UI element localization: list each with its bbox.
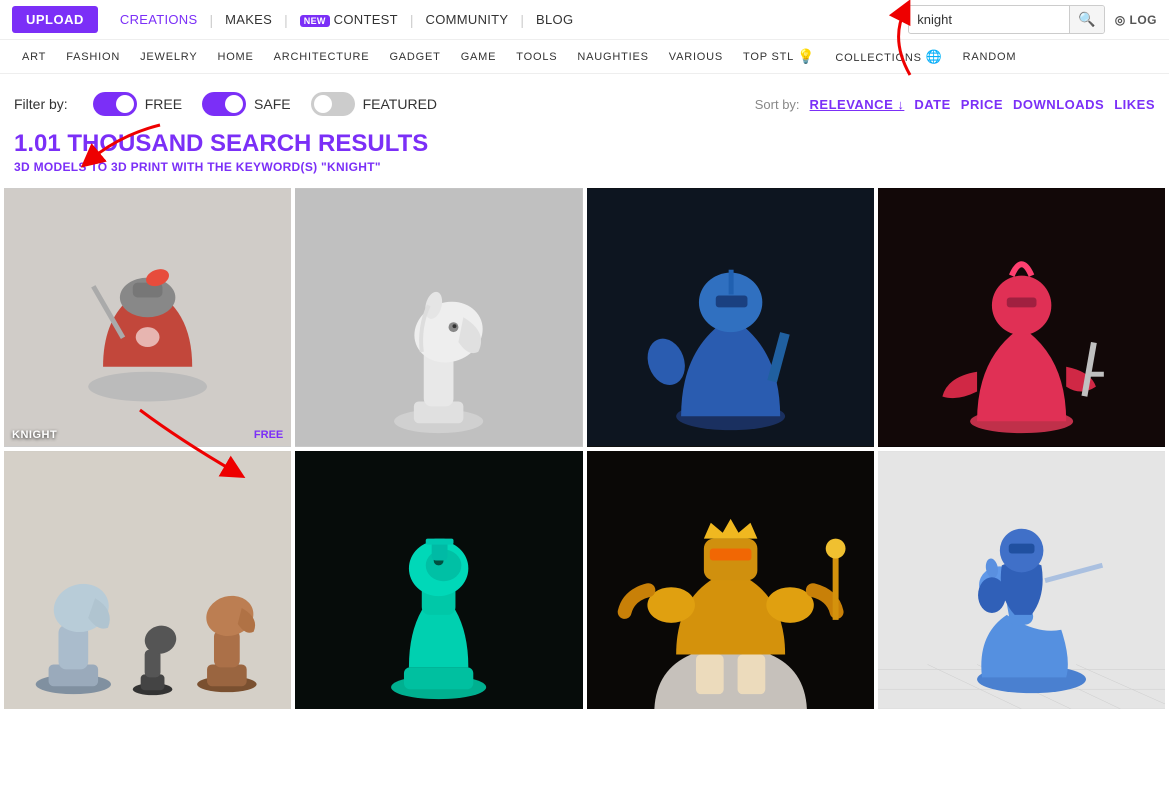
- subnav-top-stl[interactable]: TOP STL 💡: [733, 48, 825, 65]
- grid-item-6[interactable]: [295, 451, 582, 710]
- search-box: 🔍: [908, 5, 1104, 34]
- new-badge: NEW: [300, 15, 330, 27]
- free-toggle[interactable]: [93, 92, 137, 116]
- safe-toggle-group: SAFE: [202, 92, 291, 116]
- sort-area: Sort by: RELEVANCE ↓ DATE PRICE DOWNLOAD…: [755, 97, 1155, 112]
- free-label: FREE: [145, 96, 182, 112]
- knight-1-image: [4, 188, 291, 447]
- knight-5-image: [4, 451, 291, 710]
- sort-price[interactable]: PRICE: [961, 97, 1003, 112]
- knight-6-image: [295, 451, 582, 710]
- knight-4-image: [878, 188, 1165, 447]
- image-grid: KNIGHT FREE: [0, 184, 1169, 713]
- sort-date[interactable]: DATE: [914, 97, 950, 112]
- subnav-collections[interactable]: COLLECTIONS 🌐: [825, 49, 952, 65]
- subnav-naughties[interactable]: NAUGHTIES: [567, 51, 658, 63]
- subnav-fashion[interactable]: FASHION: [56, 51, 130, 63]
- grid-item-5[interactable]: [4, 451, 291, 710]
- featured-label: FEATURED: [363, 96, 437, 112]
- page-wrapper: UPLOAD CREATIONS | MAKES | NEWCONTEST | …: [0, 0, 1169, 800]
- top-nav: UPLOAD CREATIONS | MAKES | NEWCONTEST | …: [0, 0, 1169, 40]
- filter-by-label: Filter by:: [14, 96, 68, 112]
- grid-item-7[interactable]: [587, 451, 874, 710]
- lightbulb-icon: 💡: [797, 48, 815, 65]
- subnav-gadget[interactable]: GADGET: [379, 51, 450, 63]
- nav-contest[interactable]: NEWCONTEST: [288, 12, 410, 27]
- nav-creations[interactable]: CREATIONS: [108, 12, 210, 27]
- sort-relevance[interactable]: RELEVANCE ↓: [810, 97, 905, 112]
- results-header: 1.01 THOUSAND SEARCH RESULTS 3D MODELS T…: [0, 126, 1169, 184]
- grid-item-8[interactable]: [878, 451, 1165, 710]
- results-subtitle: 3D MODELS TO 3D PRINT WITH THE KEYWORD(S…: [14, 160, 1155, 174]
- search-area: 🔍 ◎ LOG: [908, 5, 1157, 34]
- nav-links: CREATIONS | MAKES | NEWCONTEST | COMMUNI…: [108, 12, 908, 28]
- sort-by-label: Sort by:: [755, 97, 800, 112]
- search-button[interactable]: 🔍: [1069, 6, 1103, 33]
- nav-blog[interactable]: BLOG: [524, 12, 585, 27]
- knight-8-image: [878, 451, 1165, 710]
- results-count: 1.01 THOUSAND SEARCH RESULTS: [14, 130, 1155, 158]
- nav-community[interactable]: COMMUNITY: [414, 12, 521, 27]
- subnav-art[interactable]: ART: [12, 51, 56, 63]
- safe-label: SAFE: [254, 96, 291, 112]
- featured-toggle-group: FEATURED: [311, 92, 437, 116]
- free-toggle-group: FREE: [93, 92, 182, 116]
- collections-icon: 🌐: [926, 49, 943, 64]
- subnav-home[interactable]: HOME: [207, 51, 263, 63]
- item-1-free: FREE: [254, 429, 283, 441]
- free-toggle-slider: [93, 92, 137, 116]
- search-input[interactable]: [909, 7, 1069, 32]
- safe-toggle[interactable]: [202, 92, 246, 116]
- upload-button[interactable]: UPLOAD: [12, 6, 98, 33]
- subnav-architecture[interactable]: ARCHITECTURE: [264, 51, 380, 63]
- item-1-title: KNIGHT: [12, 429, 57, 441]
- grid-item-3[interactable]: [587, 188, 874, 447]
- sort-likes[interactable]: LIKES: [1114, 97, 1155, 112]
- login-button[interactable]: ◎ LOG: [1115, 13, 1157, 27]
- item-1-label: KNIGHT FREE: [4, 423, 291, 447]
- subnav-jewelry[interactable]: JEWELRY: [130, 51, 207, 63]
- sort-downloads[interactable]: DOWNLOADS: [1013, 97, 1104, 112]
- grid-item-4[interactable]: [878, 188, 1165, 447]
- knight-3-image: [587, 188, 874, 447]
- nav-makes[interactable]: MAKES: [213, 12, 284, 27]
- featured-toggle[interactable]: [311, 92, 355, 116]
- grid-item-2[interactable]: [295, 188, 582, 447]
- knight-2-image: [295, 188, 582, 447]
- grid-item-1[interactable]: KNIGHT FREE: [4, 188, 291, 447]
- subnav-random[interactable]: RANDOM: [953, 51, 1027, 63]
- filter-bar: Filter by: FREE SAFE FEATURED Sort by:: [0, 74, 1169, 126]
- featured-toggle-slider: [311, 92, 355, 116]
- knight-7-image: [587, 451, 874, 710]
- subnav-tools[interactable]: TOOLS: [506, 51, 567, 63]
- sub-nav: ART FASHION JEWELRY HOME ARCHITECTURE GA…: [0, 40, 1169, 74]
- safe-toggle-slider: [202, 92, 246, 116]
- subnav-various[interactable]: VARIOUS: [659, 51, 733, 63]
- subnav-game[interactable]: GAME: [451, 51, 507, 63]
